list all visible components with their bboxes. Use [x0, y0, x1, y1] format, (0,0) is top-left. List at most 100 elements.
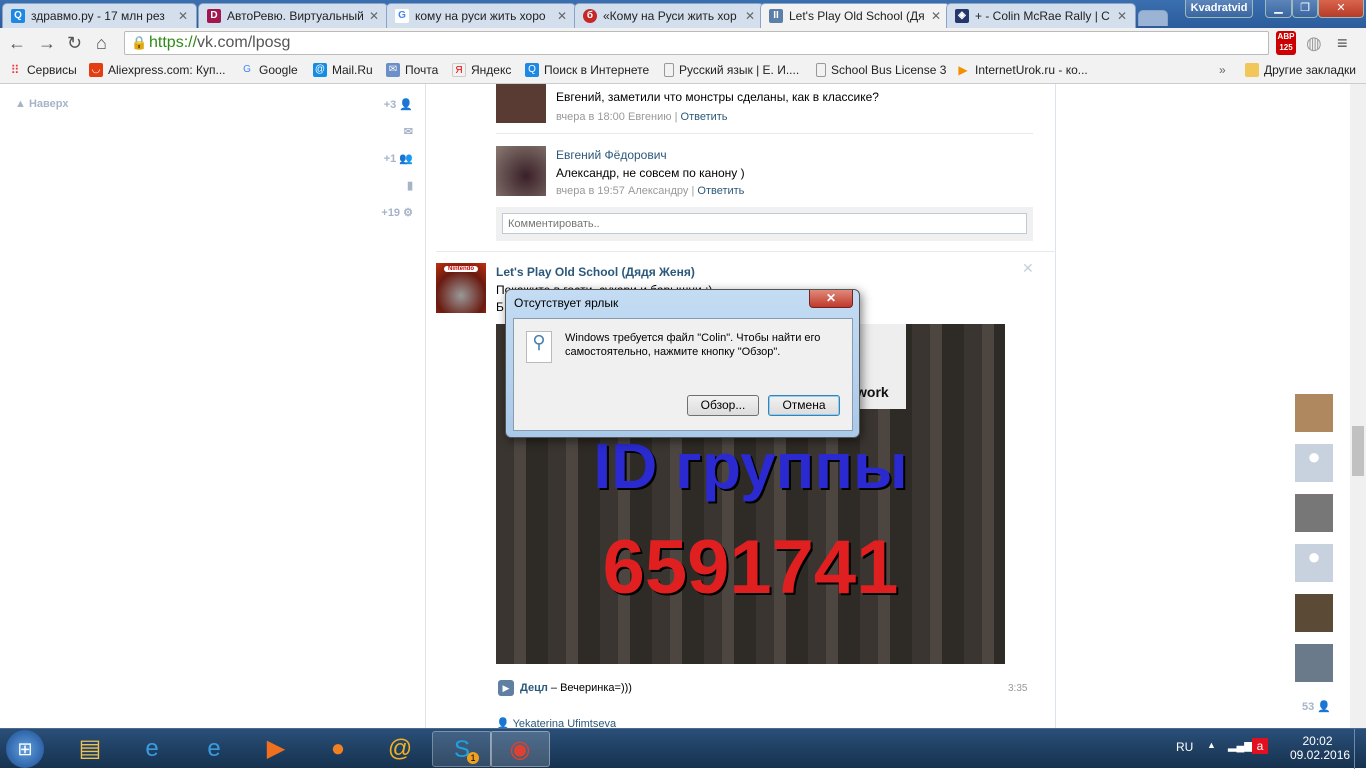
close-tab-icon[interactable]: ✕ [1117, 9, 1127, 23]
comment-input[interactable] [502, 213, 1027, 234]
group-avatar[interactable]: Nintendo [436, 263, 486, 313]
language-indicator[interactable]: RU [1176, 740, 1193, 754]
reply-to[interactable]: Александру [628, 185, 688, 197]
autoreview-icon: D [207, 9, 221, 23]
back-icon[interactable]: ← [8, 33, 26, 54]
scrollbar-thumb[interactable] [1352, 426, 1364, 476]
friends-counter[interactable]: +3 👤 [384, 98, 413, 111]
globe-icon[interactable]: ◍ [1306, 33, 1322, 54]
bookmark-services[interactable]: ⠿ Сервисы [8, 63, 77, 77]
ie-icon[interactable]: e [122, 731, 182, 767]
maximize-button[interactable]: ❐ [1292, 0, 1318, 18]
friend-avatar-default[interactable]: ● [1295, 444, 1333, 482]
bookmarks-bar: ⠿ Сервисы ◡ Aliexpress.com: Куп... G Google… [0, 58, 1366, 84]
reply-link[interactable]: Ответить [697, 185, 744, 197]
post-author[interactable]: Let's Play Old School (Дядя Женя) [496, 265, 695, 279]
tab-title: АвтоРевю. Виртуальный [227, 9, 363, 23]
reload-icon[interactable]: ↻ [67, 33, 82, 54]
bookmark-mailru[interactable]: @ Mail.Ru [313, 63, 373, 77]
skype-icon[interactable]: S1 [432, 731, 492, 767]
tab-google-search[interactable]: Gкому на руси жить хоро ✕ [386, 3, 576, 28]
close-window-button[interactable]: ✕ [1318, 0, 1364, 18]
bookmark-label: InternetUrok.ru - ко... [975, 63, 1088, 77]
tray-expand-icon[interactable]: ▲ [1207, 740, 1216, 750]
comments-icon[interactable]: ▮ [407, 179, 413, 192]
comment-time: вчера в 19:57 [556, 185, 625, 197]
close-tab-icon[interactable]: ✕ [931, 9, 941, 23]
clock[interactable]: 20:02 09.02.2016 [1290, 734, 1350, 762]
address-bar[interactable]: 🔒 https://vk.com/lposg [124, 31, 1269, 55]
dialog-body: ⚲ Windows требуется файл "Colin". Чтобы … [513, 318, 853, 431]
new-tab-button[interactable] [1138, 10, 1168, 26]
close-tab-icon[interactable]: ✕ [369, 9, 379, 23]
folder-icon [1245, 63, 1259, 77]
bookmark-search[interactable]: Q Поиск в Интернете [525, 63, 649, 77]
commenter-avatar[interactable] [496, 84, 546, 123]
profile-button[interactable]: Kvadratvid [1185, 0, 1253, 18]
menu-icon[interactable]: ≡ [1337, 33, 1348, 54]
friend-avatar[interactable] [1295, 494, 1333, 532]
messages-icon[interactable]: ✉ [404, 125, 413, 138]
mail-agent-icon[interactable]: @ [370, 731, 430, 767]
tab-komu-na-rusi[interactable]: б «Кому на Руси жить хор ✕ [574, 3, 764, 28]
browse-button[interactable]: Обзор... [687, 395, 759, 416]
home-icon[interactable]: ⌂ [96, 33, 107, 54]
scrollbar[interactable] [1350, 84, 1366, 728]
bookmark-yandex[interactable]: Я Яндекс [452, 63, 511, 77]
bookmark-pochta[interactable]: ✉ Почта [386, 63, 438, 77]
dialog-close-button[interactable]: ✕ [809, 290, 853, 308]
friends-count[interactable]: 53 👤 [1302, 700, 1331, 713]
close-tab-icon[interactable]: ✕ [178, 9, 188, 23]
friend-avatar[interactable] [1295, 594, 1333, 632]
commenter-avatar[interactable] [496, 146, 546, 196]
comment-text: Александр, не совсем по канону ) [556, 166, 745, 180]
bookmark-interneturok[interactable]: ▶ InternetUrok.ru - ко... [956, 63, 1088, 77]
close-tab-icon[interactable]: ✕ [745, 9, 755, 23]
bookmark-label: School Bus License 3 [831, 63, 947, 77]
gear-icon: ⚙ [403, 207, 413, 219]
edge-ie-icon[interactable]: e [184, 731, 244, 767]
tab-colin-mcrae[interactable]: ◈ + - Colin McRae Rally | C ✕ [946, 3, 1136, 28]
cancel-button[interactable]: Отмена [768, 395, 840, 416]
bookmark-other[interactable]: Другие закладки [1245, 63, 1356, 77]
tab-lets-play[interactable]: II Let's Play Old School (Дя ✕ [760, 3, 950, 28]
close-tab-icon[interactable]: ✕ [557, 9, 567, 23]
bookmark-aliexpress[interactable]: ◡ Aliexpress.com: Куп... [89, 63, 226, 77]
start-button[interactable]: ⊞ [6, 730, 44, 768]
friend-avatar-default[interactable]: ● [1295, 544, 1333, 582]
chrome-icon[interactable]: ◉ [490, 731, 550, 767]
forward-icon[interactable]: → [38, 33, 56, 54]
firefox-icon[interactable]: ● [308, 731, 368, 767]
tab-autoreview[interactable]: D АвтоРевю. Виртуальный ✕ [198, 3, 388, 28]
scroll-up-button[interactable]: ▲ Наверх [15, 98, 68, 110]
friends-online-list: ● ● 53 👤 [1295, 394, 1333, 713]
media-player-icon[interactable]: ▶ [246, 731, 306, 767]
network-signal-icon[interactable]: ▂▄▆ [1228, 739, 1253, 752]
minimize-button[interactable]: ▁ [1265, 0, 1292, 18]
avira-icon[interactable]: a [1252, 738, 1268, 754]
adblock-icon[interactable]: ABP 125 [1276, 31, 1296, 55]
bookmarks-overflow[interactable]: » [1219, 63, 1226, 77]
audio-title: Вечеринка=))) [560, 682, 632, 694]
show-desktop-button[interactable] [1354, 729, 1366, 769]
comment-author[interactable]: Евгений Фёдорович [556, 148, 667, 162]
hide-post-icon[interactable]: ✕ [1022, 260, 1034, 277]
bookmark-label: Почта [405, 63, 439, 77]
audio-track[interactable]: Децл – Вечеринка=))) [520, 682, 632, 694]
reply-to[interactable]: Евгению [628, 111, 672, 123]
taskbar: ⊞ ▤ e e ▶ ● @ S1 ◉ RU ▲ ▂▄▆ a 20:02 09.02… [0, 728, 1366, 769]
friend-avatar[interactable] [1295, 644, 1333, 682]
play-icon[interactable]: ▶ [498, 680, 514, 696]
notifications-counter[interactable]: +19 ⚙ [381, 206, 413, 219]
groups-counter[interactable]: +1 👥 [384, 152, 413, 165]
bookmark-google[interactable]: G Google [240, 63, 298, 77]
bookmark-label: Сервисы [27, 63, 77, 77]
tab-zdravmo[interactable]: Qздравмо.ру - 17 млн рез ✕ [2, 3, 197, 28]
friend-avatar[interactable] [1295, 394, 1333, 432]
time: 20:02 [1302, 734, 1333, 748]
bookmark-schoolbus[interactable]: School Bus License 3 [816, 63, 946, 77]
explorer-icon[interactable]: ▤ [60, 731, 120, 767]
bookmark-russian[interactable]: Русский язык | Е. И.... [664, 63, 799, 77]
bookmark-label: Яндекс [471, 63, 512, 77]
reply-link[interactable]: Ответить [681, 111, 728, 123]
